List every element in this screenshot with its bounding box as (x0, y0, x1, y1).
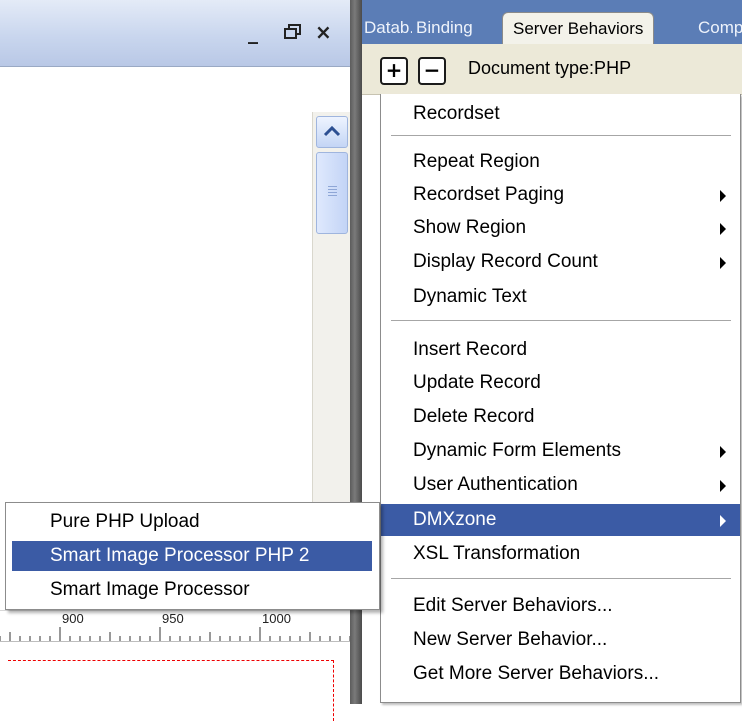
menu-item-recordset[interactable]: Recordset (381, 98, 740, 130)
submenu-item-label: Smart Image Processor (50, 579, 250, 600)
menu-item-label: Delete Record (413, 406, 535, 427)
menu-item-repeat-region[interactable]: Repeat Region (381, 146, 740, 178)
remove-behavior-button[interactable]: − (418, 57, 446, 85)
menu-item-label: User Authentication (413, 474, 578, 495)
ruler-label: 950 (162, 611, 184, 626)
menu-separator (391, 578, 731, 580)
menu-item-new-server-behavior[interactable]: New Server Behavior... (381, 624, 740, 656)
submenu-arrow-icon (720, 223, 726, 235)
menu-item-get-more-server-behaviors[interactable]: Get More Server Behaviors... (381, 658, 740, 690)
menu-item-label: Recordset Paging (413, 184, 565, 205)
menu-item-label: Display Record Count (413, 251, 598, 272)
menu-item-label: Repeat Region (413, 151, 540, 172)
menu-item-label: Insert Record (413, 339, 528, 360)
menu-item-recordset-paging[interactable]: Recordset Paging (381, 179, 740, 211)
scroll-up-button[interactable] (316, 116, 348, 148)
document-type-label: Document type:PHP (468, 58, 632, 78)
minimize-button[interactable]: _ (248, 22, 258, 42)
menu-item-label: Show Region (413, 217, 527, 238)
menu-item-label: Dynamic Form Elements (413, 440, 621, 461)
menu-item-label: Dynamic Text (413, 286, 527, 307)
menu-item-dmxzone[interactable]: DMXzone (381, 504, 740, 536)
add-behavior-button[interactable]: + (380, 57, 408, 85)
tab-databases[interactable]: Datab. (364, 12, 412, 44)
submenu-item-pure-php-upload[interactable]: Pure PHP Upload (12, 507, 372, 537)
menu-item-dynamic-text[interactable]: Dynamic Text (381, 281, 740, 313)
menu-separator (391, 320, 731, 322)
chevron-up-icon (323, 125, 341, 137)
submenu-arrow-icon (720, 515, 726, 527)
submenu-item-label: Pure PHP Upload (50, 511, 200, 532)
menu-item-update-record[interactable]: Update Record (381, 367, 740, 399)
submenu-item-label: Smart Image Processor PHP 2 (50, 545, 310, 566)
menu-item-label: Edit Server Behaviors... (413, 595, 613, 616)
menu-item-label: Recordset (413, 103, 500, 124)
menu-item-label: New Server Behavior... (413, 629, 608, 650)
menu-item-label: DMXzone (413, 509, 497, 530)
tab-components[interactable]: Comp (698, 12, 742, 44)
menu-item-user-authentication[interactable]: User Authentication (381, 469, 740, 501)
panel-tab-bar: Datab. Binding Server Behaviors Comp (362, 0, 742, 45)
submenu-item-smart-image-processor[interactable]: Smart Image Processor (12, 575, 372, 605)
menu-item-label: Update Record (413, 372, 541, 393)
dashed-layout-border (8, 660, 334, 721)
ruler-label: 900 (62, 611, 84, 626)
server-behaviors-menu: Recordset Repeat Region Recordset Paging… (380, 94, 741, 703)
menu-item-delete-record[interactable]: Delete Record (381, 401, 740, 433)
submenu-item-smart-image-processor-php-2[interactable]: Smart Image Processor PHP 2 (12, 541, 372, 571)
dmxzone-submenu: Pure PHP Upload Smart Image Processor PH… (5, 502, 380, 610)
submenu-arrow-icon (720, 446, 726, 458)
menu-item-display-record-count[interactable]: Display Record Count (381, 246, 740, 278)
tab-bindings[interactable]: Binding (416, 12, 500, 44)
tab-server-behaviors[interactable]: Server Behaviors (502, 12, 655, 45)
document-titlebar: _ × (0, 0, 350, 67)
ruler-label: 1000 (262, 611, 291, 626)
menu-item-edit-server-behaviors[interactable]: Edit Server Behaviors... (381, 590, 740, 622)
scroll-thumb[interactable] (316, 152, 348, 234)
ruler-ticks (0, 627, 350, 641)
menu-item-dynamic-form-elements[interactable]: Dynamic Form Elements (381, 435, 740, 467)
close-button[interactable]: × (315, 22, 332, 42)
panel-toolbar: + − Document type:PHP (362, 44, 742, 95)
horizontal-ruler: 900 950 1000 (0, 610, 350, 642)
menu-separator (391, 135, 731, 137)
submenu-arrow-icon (720, 190, 726, 202)
menu-item-show-region[interactable]: Show Region (381, 212, 740, 244)
menu-item-xsl-transformation[interactable]: XSL Transformation (381, 538, 740, 570)
menu-item-label: XSL Transformation (413, 543, 581, 564)
restore-icon (284, 24, 301, 39)
submenu-arrow-icon (720, 480, 726, 492)
submenu-arrow-icon (720, 257, 726, 269)
menu-item-insert-record[interactable]: Insert Record (381, 334, 740, 366)
restore-button[interactable] (284, 22, 302, 45)
menu-item-label: Get More Server Behaviors... (413, 663, 660, 684)
